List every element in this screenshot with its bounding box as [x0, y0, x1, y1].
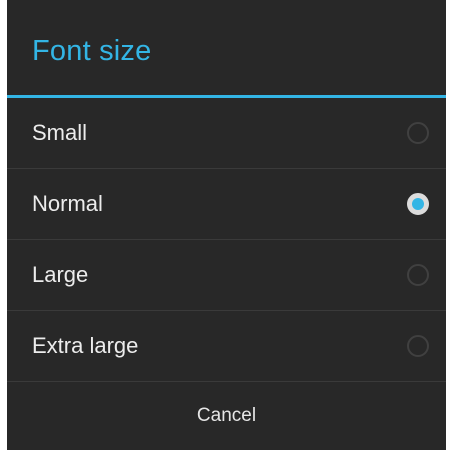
- option-normal[interactable]: Normal: [7, 169, 446, 240]
- font-size-dialog: Font size Small Normal Large Extra large…: [7, 0, 446, 450]
- option-small[interactable]: Small: [7, 98, 446, 169]
- dialog-footer: Cancel: [7, 382, 446, 450]
- radio-button-icon[interactable]: [407, 122, 429, 144]
- option-label: Large: [32, 262, 89, 287]
- radio-button-icon[interactable]: [407, 335, 429, 357]
- option-extra-large[interactable]: Extra large: [7, 311, 446, 382]
- option-large[interactable]: Large: [7, 240, 446, 311]
- option-label: Small: [32, 120, 88, 145]
- option-label: Extra large: [32, 333, 139, 358]
- option-label: Normal: [32, 191, 103, 216]
- cancel-button[interactable]: Cancel: [7, 382, 446, 450]
- radio-button-icon[interactable]: [407, 264, 429, 286]
- dialog-header: Font size: [7, 0, 446, 98]
- font-size-options: Small Normal Large Extra large: [7, 98, 446, 382]
- dialog-title: Font size: [32, 35, 152, 67]
- radio-button-icon[interactable]: [407, 193, 429, 215]
- radio-dot-icon: [412, 198, 424, 210]
